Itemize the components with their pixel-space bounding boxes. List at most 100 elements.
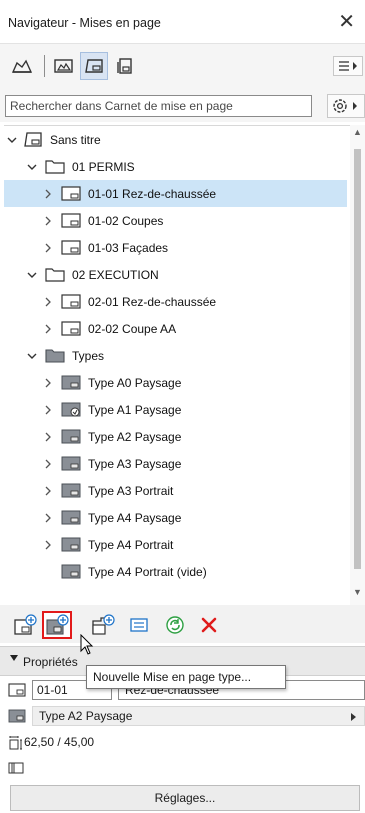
tooltip: Nouvelle Mise en page type... [86,665,286,689]
chevron-down-icon[interactable] [6,134,18,146]
dimensions-icon [9,736,22,750]
refresh-icon[interactable] [160,611,190,639]
tree-item-label: 01-02 Coupes [88,214,164,228]
tree-item-label: Type A3 Paysage [88,457,182,471]
tree-item-layout[interactable]: 01-03 Façades [4,234,347,261]
scroll-up-icon[interactable]: ▲ [353,127,362,137]
tree-item-label: Type A4 Portrait [88,538,174,552]
properties-label: Propriétés [23,655,78,669]
chevron-down-icon[interactable] [26,269,38,281]
scroll-down-icon[interactable]: ▼ [353,587,362,597]
chevron-right-icon[interactable] [42,404,54,416]
tree-item-layout[interactable]: 02-01 Rez-de-chaussée [4,288,347,315]
chevron-right-icon[interactable] [42,377,54,389]
view-toolbar [0,44,365,86]
gear-icon[interactable] [327,94,365,118]
tree-item-master[interactable]: Type A3 Paysage [4,450,347,477]
layout-sheet-icon [61,240,81,255]
master-layout-icon [61,375,81,390]
toolbar-divider [44,55,45,77]
master-layout-select[interactable]: Type A2 Paysage [32,706,365,726]
master-layout-icon [61,429,81,444]
tree-item-label: Type A4 Paysage [88,511,182,525]
settings-button[interactable]: Réglages... [10,785,360,811]
window-title: Navigateur - Mises en page [8,16,161,30]
delete-icon[interactable] [194,611,224,639]
tree-item-folder[interactable]: Types [4,342,347,369]
close-icon[interactable]: ✕ [338,9,355,33]
tree-item-label: 02-01 Rez-de-chaussée [88,295,217,309]
layout-sheet-icon [61,213,81,228]
tree-item-master[interactable]: Type A1 Paysage [4,396,347,423]
tree-item-master[interactable]: Type A2 Paysage [4,423,347,450]
tree-scrollbar[interactable]: ▲ ▼ [350,125,365,605]
master-layout-icon [8,709,26,723]
mouse-cursor-icon [80,634,94,655]
layout-size-value: 62,50 / 45,00 [24,735,95,749]
tree-item-label: Type A3 Portrait [88,484,174,498]
collapse-triangle-icon[interactable] [10,655,18,661]
chevron-right-icon[interactable] [42,215,54,227]
project-map-icon[interactable] [8,52,36,80]
search-input[interactable]: Rechercher dans Carnet de mise en page [5,95,312,117]
tree-item-master[interactable]: Type A0 Paysage [4,369,347,396]
master-layout-icon [61,483,81,498]
publisher-sets-icon[interactable] [112,52,140,80]
tree-item-master[interactable]: Type A4 Paysage [4,504,347,531]
folder-icon [45,160,65,174]
layout-sheet-icon [61,321,81,336]
tree-item-root[interactable]: Sans titre [4,126,347,153]
panel-menu-icon[interactable] [333,56,363,76]
chevron-right-icon[interactable] [42,323,54,335]
tree-item-layout[interactable]: 01-02 Coupes [4,207,347,234]
master-layout-icon [61,456,81,471]
new-master-layout-button[interactable] [42,611,72,639]
chevron-right-icon[interactable] [42,512,54,524]
chevron-right-icon[interactable] [42,242,54,254]
tree-item-master[interactable]: Type A4 Portrait [4,531,347,558]
chevron-down-icon[interactable] [26,350,38,362]
layout-book-icon [24,132,42,147]
chevron-right-icon[interactable] [42,539,54,551]
folder-gray-icon [45,349,65,363]
scrollbar-thumb[interactable] [354,149,361,569]
tree-item-master[interactable]: Type A4 Portrait (vide) [4,558,347,585]
master-layout-row: Type A2 Paysage [0,704,365,728]
tree-item-label: 01-03 Façades [88,241,169,255]
tree-item-label: 02-02 Coupe AA [88,322,177,336]
search-row: Rechercher dans Carnet de mise en page [0,86,365,122]
master-layout-icon [61,510,81,525]
tree-item-label: Sans titre [50,133,101,147]
tree-item-master[interactable]: Type A3 Portrait [4,477,347,504]
layout-tree: Sans titre 01 PERMIS 01-01 Rez-de-chauss… [4,125,365,605]
tree-item-label: 01 PERMIS [72,160,135,174]
chevron-right-icon [351,713,356,721]
tree-item-label: Type A2 Paysage [88,430,182,444]
tree-item-folder[interactable]: 02 EXECUTION [4,261,347,288]
master-layout-linked-icon [61,402,81,417]
tree-item-layout-selected[interactable]: 01-01 Rez-de-chaussée [4,180,347,207]
chevron-right-icon[interactable] [42,458,54,470]
master-layout-icon [61,564,81,579]
view-map-icon[interactable] [50,52,78,80]
layout-settings-icon[interactable] [124,611,154,639]
tree-item-label: Type A0 Paysage [88,376,182,390]
chevron-down-icon[interactable] [26,161,38,173]
tree-item-folder[interactable]: 01 PERMIS [4,153,347,180]
chevron-right-icon[interactable] [42,296,54,308]
title-bar: Navigateur - Mises en page ✕ [0,0,365,44]
tree-item-label: 01-01 Rez-de-chaussée [88,187,217,201]
margins-icon [8,762,24,774]
new-layout-icon[interactable] [10,611,40,639]
chevron-right-icon[interactable] [42,188,54,200]
master-layout-icon [61,537,81,552]
tree-item-layout[interactable]: 02-02 Coupe AA [4,315,347,342]
margins-row [0,756,365,780]
tree-item-label: Type A4 Portrait (vide) [88,565,207,579]
layout-sheet-icon [61,186,81,201]
tree-item-label: Types [72,349,105,363]
chevron-right-icon[interactable] [42,431,54,443]
layout-book-icon[interactable] [80,52,108,80]
chevron-right-icon[interactable] [42,485,54,497]
layout-actions-toolbar [0,605,365,643]
